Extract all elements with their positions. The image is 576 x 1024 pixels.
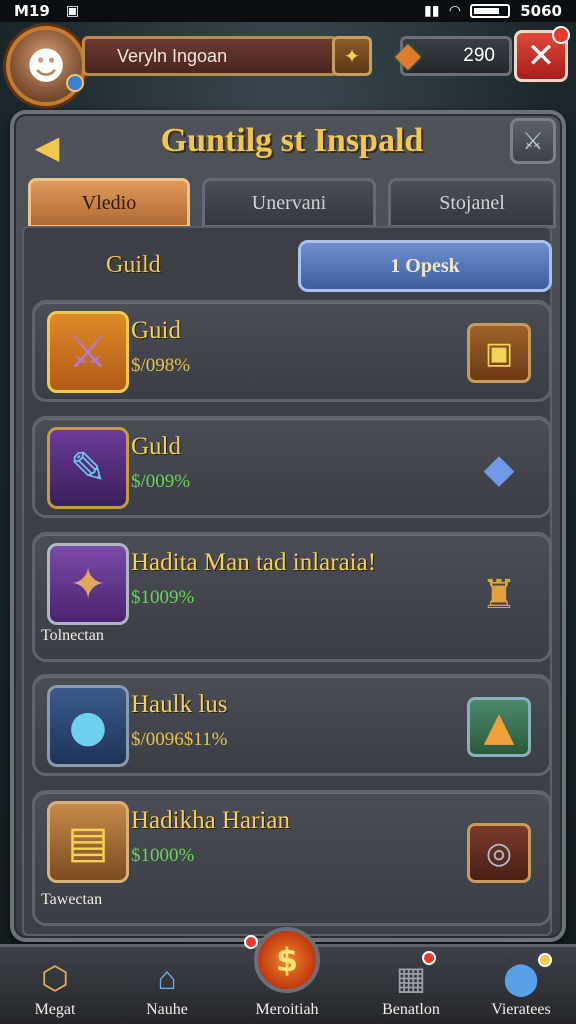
item-price: $/0096$11%: [131, 729, 228, 750]
item-price: $/009%: [131, 471, 191, 492]
shield-icon: ⬡: [41, 960, 69, 996]
item-title: Hadikha Harian: [131, 807, 290, 834]
nav-benatlon-badge: [422, 951, 436, 965]
emblem-icon[interactable]: ◎: [467, 823, 531, 883]
avatar-badge-icon: [66, 74, 84, 92]
guild-item-card[interactable]: ⚔ Guid $/098% ▣: [32, 300, 552, 402]
potion-icon: ⬤: [503, 960, 539, 996]
signal-icon: ▮▮: [424, 3, 440, 19]
item-title: Guid: [131, 317, 181, 344]
nav-label: Vieratees: [491, 1001, 551, 1018]
tab-bar: Vledio Unervani Stojanel: [28, 178, 556, 228]
player-name-plate[interactable]: Veryln Ingoan: [82, 36, 338, 76]
house-icon: ⌂: [157, 960, 177, 996]
scroll-icon: ✎: [47, 427, 129, 509]
player-name: Veryln Ingoan: [117, 45, 228, 66]
status-right-text: 5060: [520, 2, 562, 20]
notification-icon: ▣: [65, 3, 80, 19]
guild-item-card[interactable]: ● Haulk lus $/0096$11% ▲: [32, 674, 552, 776]
back-button[interactable]: ◀: [28, 128, 66, 166]
guild-panel: ◀ Guntilg st Inspald ⚔ Vledio Unervani S…: [10, 110, 566, 942]
tower-icon: ▦: [395, 960, 427, 996]
gem-count: 290: [463, 45, 495, 66]
section-label: Guild: [106, 252, 161, 278]
nav-label: Meroitiah: [255, 1001, 319, 1018]
tab-unervani[interactable]: Unervani: [202, 178, 376, 228]
tab-label: Unervani: [251, 191, 327, 214]
tab-label: Vledio: [81, 191, 137, 214]
crystal-icon[interactable]: ◆: [467, 439, 531, 499]
torch-icon[interactable]: ▲: [467, 697, 531, 757]
bottom-nav: ⬡ Megat ⌂ Nauhe $ Meroitiah ▦ Benatlon ⬤…: [0, 927, 576, 1024]
nav-label: Benatlon: [382, 1001, 440, 1018]
status-time: M19: [14, 2, 50, 20]
nav-megat[interactable]: ⬡ Megat: [0, 951, 110, 1023]
tab-stojanel[interactable]: Stojanel: [388, 178, 556, 228]
treasure-icon: ▤: [47, 801, 129, 883]
item-price: $1000%: [131, 845, 195, 866]
item-title: Hadita Man tad inlaraia!: [131, 549, 377, 576]
player-avatar[interactable]: ☻: [6, 26, 86, 106]
nav-vieratees[interactable]: ⬤ Vieratees: [466, 951, 576, 1023]
wifi-icon: ◠: [449, 3, 461, 19]
nav-nauhe[interactable]: ⌂ Nauhe: [112, 951, 222, 1023]
item-caption: Tawectan: [41, 891, 103, 908]
settings-button[interactable]: ⚔: [510, 118, 556, 164]
battery-icon: [470, 4, 511, 18]
horn-icon[interactable]: ♜: [467, 565, 531, 625]
gem-icon: ◆: [394, 35, 422, 75]
tab-vledio[interactable]: Vledio: [28, 178, 190, 228]
guild-item-card[interactable]: ✎ Guld $/009% ◆: [32, 416, 552, 518]
crossed-swords-icon: ⚔: [522, 127, 544, 155]
avatar-portrait-icon: ☻: [26, 44, 66, 88]
close-notification-dot: [552, 26, 570, 44]
open-button[interactable]: 1 Opesk: [298, 240, 552, 292]
nav-center-badge: [244, 935, 258, 949]
tab-label: Stojanel: [439, 191, 505, 214]
guild-item-card[interactable]: ▤ Hadikha Harian $1000% Tawectan ◎: [32, 790, 552, 926]
status-bar: M19 ▣ ▮▮ ◠ 5060: [0, 0, 576, 22]
wand-icon: ✦: [47, 543, 129, 625]
orb-icon: ●: [47, 685, 129, 767]
item-title: Guld: [131, 433, 181, 460]
nav-vieratees-badge: [538, 953, 552, 967]
guild-content: Guild 1 Opesk ⚔ Guid $/098% ▣ ✎ Guld $/0…: [22, 226, 552, 936]
item-price: $/098%: [131, 355, 191, 376]
puzzle-icon[interactable]: ✦: [332, 36, 372, 76]
chest-icon[interactable]: ▣: [467, 323, 531, 383]
close-icon: ✕: [526, 36, 556, 76]
item-title: Haulk lus: [131, 691, 228, 718]
sword-icon: ⚔: [47, 311, 129, 393]
top-bar: ☻ Veryln Ingoan ✦ 290 ◆ ✕: [0, 22, 576, 106]
nav-benatlon[interactable]: ▦ Benatlon: [356, 951, 466, 1023]
item-caption: Tolnectan: [41, 627, 104, 644]
guild-item-card[interactable]: ✦ Hadita Man tad inlaraia! $1009% Tolnec…: [32, 532, 552, 662]
panel-title: Guntilg st Inspald: [160, 122, 424, 159]
item-price: $1009%: [131, 587, 195, 608]
nav-label: Nauhe: [146, 1001, 188, 1018]
nav-meroitiah[interactable]: Meroitiah: [232, 951, 342, 1023]
nav-label: Megat: [34, 1001, 76, 1018]
back-arrow-icon: ◀: [34, 128, 60, 166]
